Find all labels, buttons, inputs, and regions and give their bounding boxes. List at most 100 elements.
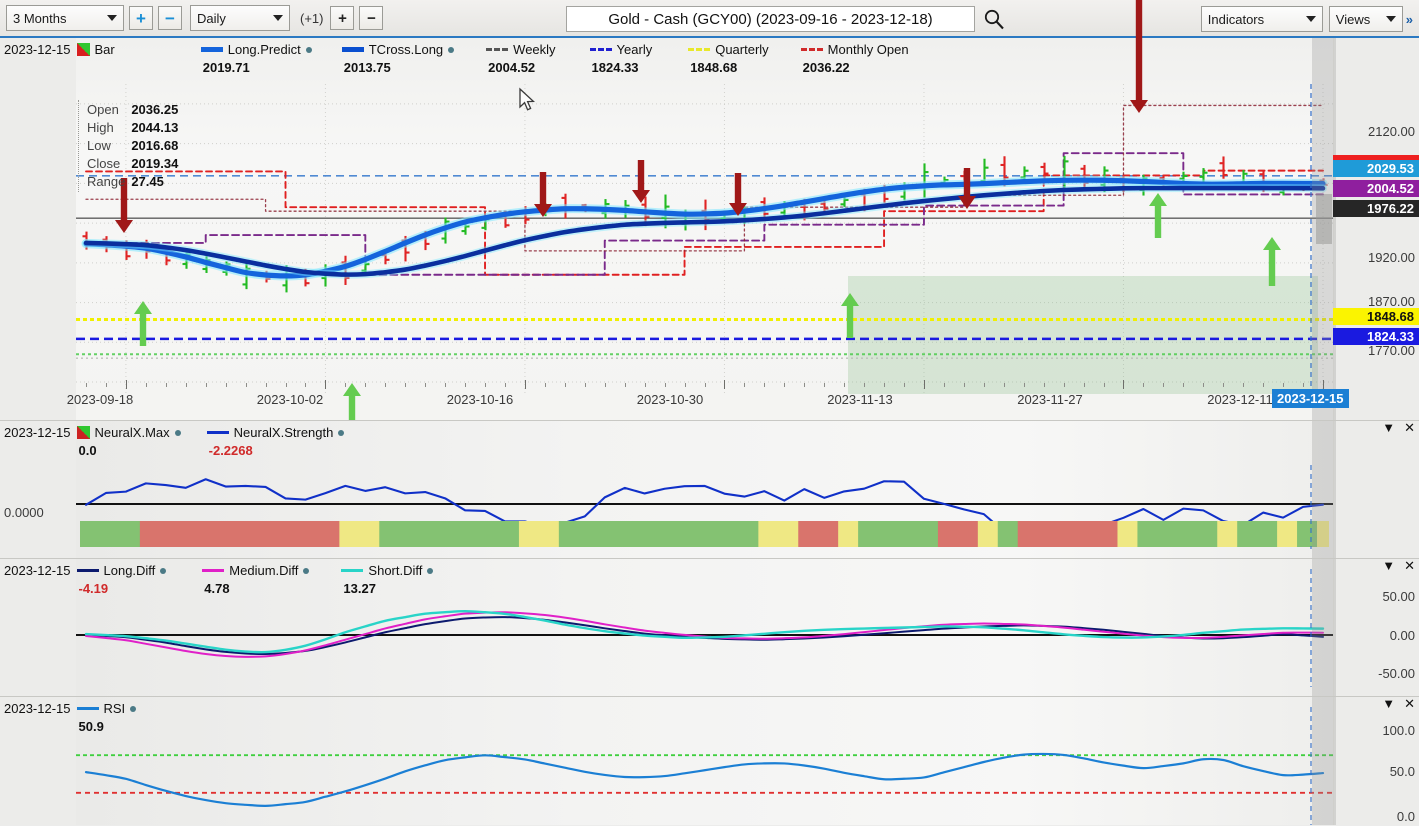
table-row: Open 2036.25 bbox=[87, 102, 182, 118]
range-select[interactable]: 3 Months bbox=[6, 5, 124, 31]
date-tick bbox=[864, 383, 866, 387]
price-tick: 1770.00 bbox=[1368, 343, 1415, 358]
date-tick bbox=[524, 380, 526, 389]
long-predict-swatch bbox=[200, 47, 223, 52]
date-tick bbox=[465, 383, 467, 387]
diff-panel-buttons: ▼ ✕ bbox=[1382, 559, 1415, 572]
date-tick bbox=[1063, 383, 1065, 387]
quarterly-swatch bbox=[688, 48, 711, 51]
range-minus-button[interactable]: − bbox=[158, 6, 182, 30]
study-label-rsi: RSI bbox=[103, 701, 126, 716]
price-badge-yearly: 1824.33 bbox=[1333, 328, 1419, 345]
period-select[interactable]: Daily bbox=[190, 5, 290, 31]
date-tick bbox=[943, 383, 945, 387]
close-icon[interactable]: ✕ bbox=[1404, 559, 1415, 572]
date-tick bbox=[405, 383, 407, 387]
study-settings-icon[interactable] bbox=[338, 429, 345, 436]
close-icon[interactable]: ✕ bbox=[1404, 421, 1415, 434]
chevron-down-icon bbox=[1305, 16, 1316, 22]
study-label-long-diff: Long.Diff bbox=[103, 563, 156, 578]
chevron-down-icon[interactable]: ▼ bbox=[1382, 421, 1395, 434]
date-tick bbox=[884, 383, 886, 387]
neuralx-axis[interactable]: ▼ ✕ bbox=[1333, 421, 1419, 558]
weekly-swatch bbox=[486, 48, 509, 51]
date-tick bbox=[1323, 380, 1324, 389]
study-settings-icon[interactable] bbox=[174, 429, 181, 436]
study-value-neuralx-strength: -2.2268 bbox=[208, 443, 253, 458]
study-value-neuralx-max: 0.0 bbox=[78, 443, 97, 458]
neuralx-max-icon bbox=[76, 426, 90, 439]
date-axis[interactable]: 2023-09-18 2023-10-02 2023-10-16 2023-10… bbox=[67, 374, 1349, 420]
price-axis[interactable]: 2120.00 2070.00 1920.00 1870.00 1770.00 … bbox=[1333, 38, 1419, 420]
monthly-open-swatch bbox=[800, 48, 823, 51]
range-plus-button[interactable]: + bbox=[129, 6, 153, 30]
study-settings-icon[interactable] bbox=[130, 705, 137, 712]
study-label-neuralx-strength: NeuralX.Strength bbox=[233, 425, 334, 440]
date-tick bbox=[784, 383, 786, 387]
symbol-input[interactable]: Gold - Cash (GCY00) (2023-09-16 - 2023-1… bbox=[566, 6, 975, 32]
table-row: High 2044.13 bbox=[87, 120, 182, 136]
study-label-monthly-open: Monthly Open bbox=[827, 42, 909, 57]
extra-study-count: (+1) bbox=[300, 10, 324, 26]
price-badge-last: 1976.22 bbox=[1333, 200, 1419, 217]
rsi-legend-date: 2023-12-15 bbox=[4, 701, 71, 716]
date-tick bbox=[145, 383, 147, 387]
date-tick bbox=[724, 380, 726, 389]
rsi-axis[interactable]: ▼ ✕ 100.0 50.0 0.0 bbox=[1333, 697, 1419, 825]
chevron-down-icon[interactable]: ▼ bbox=[1382, 559, 1395, 572]
study-settings-icon[interactable] bbox=[448, 46, 455, 53]
study-minus-button[interactable]: − bbox=[359, 6, 384, 30]
chevron-down-icon[interactable]: ▼ bbox=[1382, 697, 1395, 710]
diff-axis[interactable]: ▼ ✕ 50.00 0.00 -50.00 bbox=[1333, 559, 1419, 696]
study-plus-button[interactable]: + bbox=[330, 6, 355, 30]
toolbar-overflow-button[interactable]: » bbox=[1406, 12, 1413, 27]
search-icon[interactable] bbox=[983, 8, 1005, 30]
date-tick bbox=[1163, 383, 1165, 387]
date-tick bbox=[105, 383, 107, 387]
date-tick bbox=[1083, 383, 1085, 387]
date-tick bbox=[963, 383, 965, 387]
study-label-tcross-long: TCross.Long bbox=[368, 42, 444, 57]
study-settings-icon[interactable] bbox=[427, 567, 434, 574]
ohlc-key: High bbox=[87, 120, 114, 135]
date-tick bbox=[1303, 383, 1305, 387]
date-tick bbox=[1003, 383, 1005, 387]
date-tick bbox=[764, 383, 766, 387]
date-tick bbox=[704, 383, 706, 387]
date-tick bbox=[1263, 383, 1265, 387]
indicators-dropdown[interactable]: Indicators bbox=[1200, 6, 1323, 32]
ohlc-table: Open 2036.25 High 2044.13 Low 2016.68 Close… bbox=[78, 100, 184, 192]
neuralx-strength-swatch bbox=[206, 431, 229, 434]
date-label: 2023-09-18 bbox=[66, 392, 134, 407]
ohlc-value: 27.45 bbox=[131, 174, 164, 189]
date-tick bbox=[285, 383, 287, 387]
rsi-y-tick: 50.0 bbox=[1389, 764, 1415, 779]
price-badge-long-predict: 2029.53 bbox=[1333, 160, 1419, 177]
date-tick bbox=[824, 383, 826, 387]
study-settings-icon[interactable] bbox=[160, 567, 167, 574]
long-diff-swatch bbox=[76, 569, 99, 572]
date-label: 2023-10-02 bbox=[256, 392, 324, 407]
date-tick bbox=[245, 383, 247, 387]
diff-legend: 2023-12-15 Long.Diff -4.19 Medium.Diff 4… bbox=[0, 559, 437, 596]
ohlc-key: Close bbox=[87, 156, 121, 171]
rsi-panel[interactable]: 2023-12-15 RSI 50.9 ▼ ✕ 100.0 50.0 0.0 bbox=[0, 696, 1419, 825]
date-tick bbox=[86, 383, 87, 387]
date-tick bbox=[385, 383, 387, 387]
diff-panel[interactable]: 2023-12-15 Long.Diff -4.19 Medium.Diff 4… bbox=[0, 558, 1419, 696]
date-tick bbox=[564, 383, 566, 387]
table-row: Low 2016.68 bbox=[87, 138, 182, 154]
ohlc-value: 2044.13 bbox=[131, 120, 179, 135]
ohlc-value: 2036.25 bbox=[131, 102, 179, 117]
price-chart-panel[interactable]: 2023-12-15 Bar Long.Predict 2019.71 TCro… bbox=[0, 0, 1419, 434]
date-tick bbox=[1203, 383, 1205, 387]
neuralx-y-tick: 0.0000 bbox=[4, 505, 44, 520]
neuralx-panel[interactable]: 2023-12-15 NeuralX.Max 0.0 NeuralX.Stren… bbox=[0, 420, 1419, 558]
date-tick bbox=[664, 383, 666, 387]
date-tick bbox=[1043, 383, 1045, 387]
study-settings-icon[interactable] bbox=[305, 46, 312, 53]
medium-diff-swatch bbox=[202, 569, 225, 572]
close-icon[interactable]: ✕ bbox=[1404, 697, 1415, 710]
study-settings-icon[interactable] bbox=[303, 567, 310, 574]
views-dropdown[interactable]: Views bbox=[1328, 6, 1403, 32]
